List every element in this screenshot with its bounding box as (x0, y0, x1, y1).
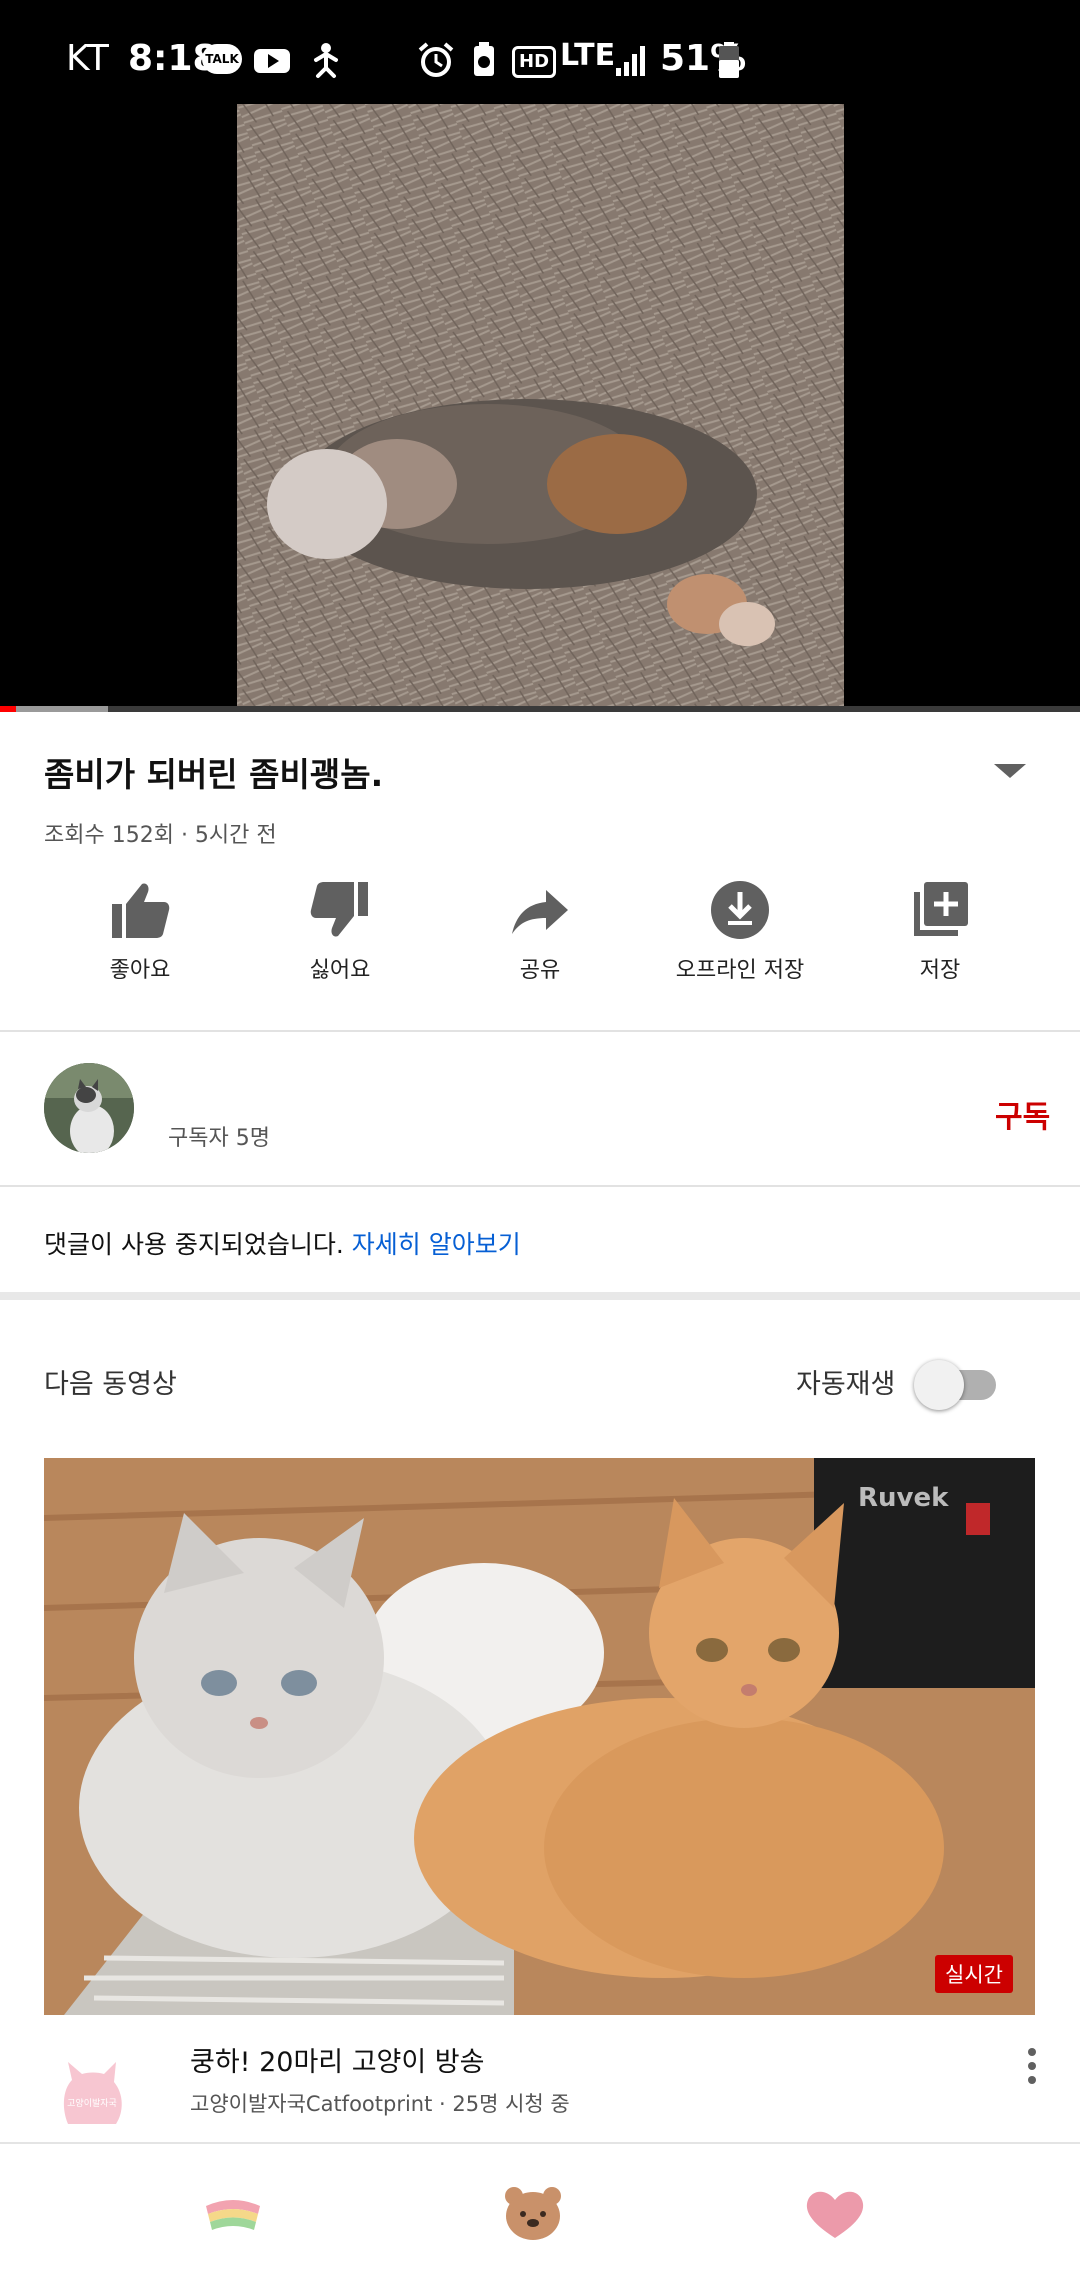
accessibility-icon (314, 43, 338, 78)
autoplay-label: 자동재생 (796, 1369, 896, 1400)
save-label: 저장 (919, 958, 961, 983)
heart-icon[interactable] (800, 2178, 870, 2248)
subscribe-button[interactable]: 구독 (995, 1092, 1050, 1136)
subscriber-count: 구독자 5명 (168, 1126, 270, 1151)
save-to-playlist-button[interactable]: 저장 (840, 878, 1040, 1008)
video-player[interactable] (0, 104, 1080, 708)
thumb-down-icon (310, 882, 368, 937)
kakao-talk-icon: TALK (202, 44, 242, 74)
divider (0, 1185, 1080, 1187)
channel-avatar[interactable] (44, 1063, 134, 1153)
bottom-nav-divider (0, 2142, 1080, 2144)
network-type: LTE (560, 38, 616, 73)
share-icon (512, 890, 568, 934)
signal-icon (616, 46, 645, 76)
rainbow-icon[interactable] (198, 2178, 268, 2248)
next-video-subtitle: 고양이발자국Catfootprint · 25명 시청 중 (190, 2092, 570, 2116)
heater-brand-text: Ruvek (858, 1483, 949, 1513)
channel-avatar-image (44, 1063, 134, 1153)
download-icon (711, 881, 769, 939)
expand-chevron-icon[interactable] (990, 760, 1030, 784)
bear-icon[interactable] (498, 2178, 568, 2248)
next-channel-logo-text: 고양이발자국 (67, 2098, 117, 2109)
autoplay-toggle[interactable] (914, 1360, 1000, 1410)
progress-buffered (0, 706, 108, 712)
thumb-up-icon (112, 883, 170, 938)
video-progress-bar[interactable] (0, 706, 1080, 712)
share-label: 공유 (519, 958, 561, 983)
next-video-thumbnail[interactable]: Ruvek 실시간 (44, 1458, 1035, 2015)
download-label: 오프라인 저장 (675, 958, 805, 983)
comments-disabled-notice: 댓글이 사용 중지되었습니다. 자세히 알아보기 (44, 1225, 521, 1261)
autoplay-toggle-knob (914, 1360, 964, 1410)
video-frame[interactable] (237, 104, 844, 708)
carrier-label: KT (66, 38, 109, 79)
dislike-button[interactable]: 싫어요 (240, 878, 440, 1008)
next-video-thumbnail-image: Ruvek (44, 1458, 1035, 2015)
alarm-icon (418, 42, 454, 77)
video-still-image (237, 104, 844, 708)
learn-more-link[interactable]: 자세히 알아보기 (352, 1230, 521, 1259)
next-video-title[interactable]: 쿵하! 20마리 고양이 방송 (190, 2040, 485, 2079)
section-separator (0, 1292, 1080, 1300)
battery-icon (719, 42, 739, 78)
youtube-icon (254, 49, 290, 73)
battery-saver-icon (474, 42, 494, 76)
share-button[interactable]: 공유 (440, 878, 640, 1008)
download-button[interactable]: 오프라인 저장 (640, 878, 840, 1008)
live-badge: 실시간 (935, 1955, 1013, 1993)
up-next-heading: 다음 동영상 (44, 1369, 177, 1400)
next-channel-logo-icon[interactable]: 고양이발자국 (54, 2050, 134, 2130)
video-title: 좀비가 되버린 좀비괭놈. (44, 755, 384, 794)
like-button[interactable]: 좋아요 (40, 878, 240, 1008)
dislike-label: 싫어요 (309, 958, 371, 983)
comments-disabled-text: 댓글이 사용 중지되었습니다. (44, 1230, 344, 1259)
video-meta: 조회수 152회 · 5시간 전 (44, 823, 277, 848)
progress-played (0, 706, 17, 712)
like-label: 좋아요 (109, 958, 171, 983)
more-options-icon[interactable] (1026, 2046, 1038, 2086)
playlist-add-icon (914, 882, 968, 936)
divider (0, 1030, 1080, 1032)
hd-voice-badge: HD (512, 46, 557, 78)
status-bar: KT 8:18 TALK HD LTE 51% (0, 0, 1080, 104)
